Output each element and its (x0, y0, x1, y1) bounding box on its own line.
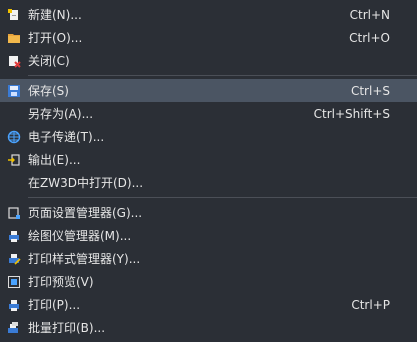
globe-icon (0, 125, 28, 148)
menu-item-page-setup[interactable]: 页面设置管理器(G)... (0, 201, 417, 224)
menu-item-new-label: 新建(N)... (28, 8, 82, 22)
menu-item-etransmit[interactable]: 电子传递(T)... (0, 125, 417, 148)
menu-item-open-in-zw3d[interactable]: 在ZW3D中打开(D)... (0, 171, 417, 194)
print-preview-icon (0, 270, 28, 293)
print-icon (0, 293, 28, 316)
menu-item-batch-print-label: 批量打印(B)... (28, 321, 106, 335)
menu-item-close[interactable]: 关闭(C) (0, 49, 417, 72)
menu-item-open-label: 打开(O)... (28, 31, 83, 45)
new-file-icon (0, 3, 28, 26)
file-menu: 新建(N)... Ctrl+N 打开(O)... Ctrl+O 关闭(C) 保存… (0, 0, 417, 342)
menu-item-open-in-zw3d-label: 在ZW3D中打开(D)... (28, 176, 144, 190)
menu-item-page-setup-label: 页面设置管理器(G)... (28, 206, 143, 220)
menu-item-save[interactable]: 保存(S) Ctrl+S (0, 79, 417, 102)
save-as-icon-placeholder (0, 102, 28, 125)
menu-item-save-shortcut: Ctrl+S (350, 83, 390, 98)
menu-item-new-shortcut: Ctrl+N (349, 7, 390, 22)
menu-item-plotter-manager-label: 绘图仪管理器(M)... (28, 229, 132, 243)
menu-item-export[interactable]: 输出(E)... (0, 148, 417, 171)
plotter-icon (0, 224, 28, 247)
menu-item-save-label: 保存(S) (28, 84, 69, 98)
menu-item-open[interactable]: 打开(O)... Ctrl+O (0, 26, 417, 49)
menu-item-batch-print[interactable]: 批量打印(B)... (0, 316, 417, 339)
batch-print-icon (0, 316, 28, 339)
menu-item-print[interactable]: 打印(P)... Ctrl+P (0, 293, 417, 316)
menu-item-print-preview[interactable]: 打印预览(V) (0, 270, 417, 293)
menu-item-print-shortcut: Ctrl+P (351, 297, 390, 312)
menu-item-save-as-label: 另存为(A)... (28, 107, 94, 121)
menu-item-save-as[interactable]: 另存为(A)... Ctrl+Shift+S (0, 102, 417, 125)
menu-item-open-shortcut: Ctrl+O (349, 30, 390, 45)
page-setup-icon (0, 201, 28, 224)
print-style-icon (0, 247, 28, 270)
open-in-zw3d-icon-placeholder (0, 171, 28, 194)
menu-item-print-style-manager[interactable]: 打印样式管理器(Y)... (0, 247, 417, 270)
folder-open-icon (0, 26, 28, 49)
menu-item-close-label: 关闭(C) (28, 54, 70, 68)
separator-1 (28, 75, 417, 76)
menu-item-save-as-shortcut: Ctrl+Shift+S (313, 106, 390, 121)
menu-item-new[interactable]: 新建(N)... Ctrl+N (0, 3, 417, 26)
menu-item-plotter-manager[interactable]: 绘图仪管理器(M)... (0, 224, 417, 247)
export-icon (0, 148, 28, 171)
menu-item-print-style-manager-label: 打印样式管理器(Y)... (28, 252, 141, 266)
menu-item-print-label: 打印(P)... (28, 298, 81, 312)
save-icon (0, 79, 28, 102)
separator-2 (28, 197, 417, 198)
menu-item-print-preview-label: 打印预览(V) (28, 275, 94, 289)
menu-item-etransmit-label: 电子传递(T)... (28, 130, 105, 144)
close-file-icon (0, 49, 28, 72)
menu-item-export-label: 输出(E)... (28, 153, 81, 167)
